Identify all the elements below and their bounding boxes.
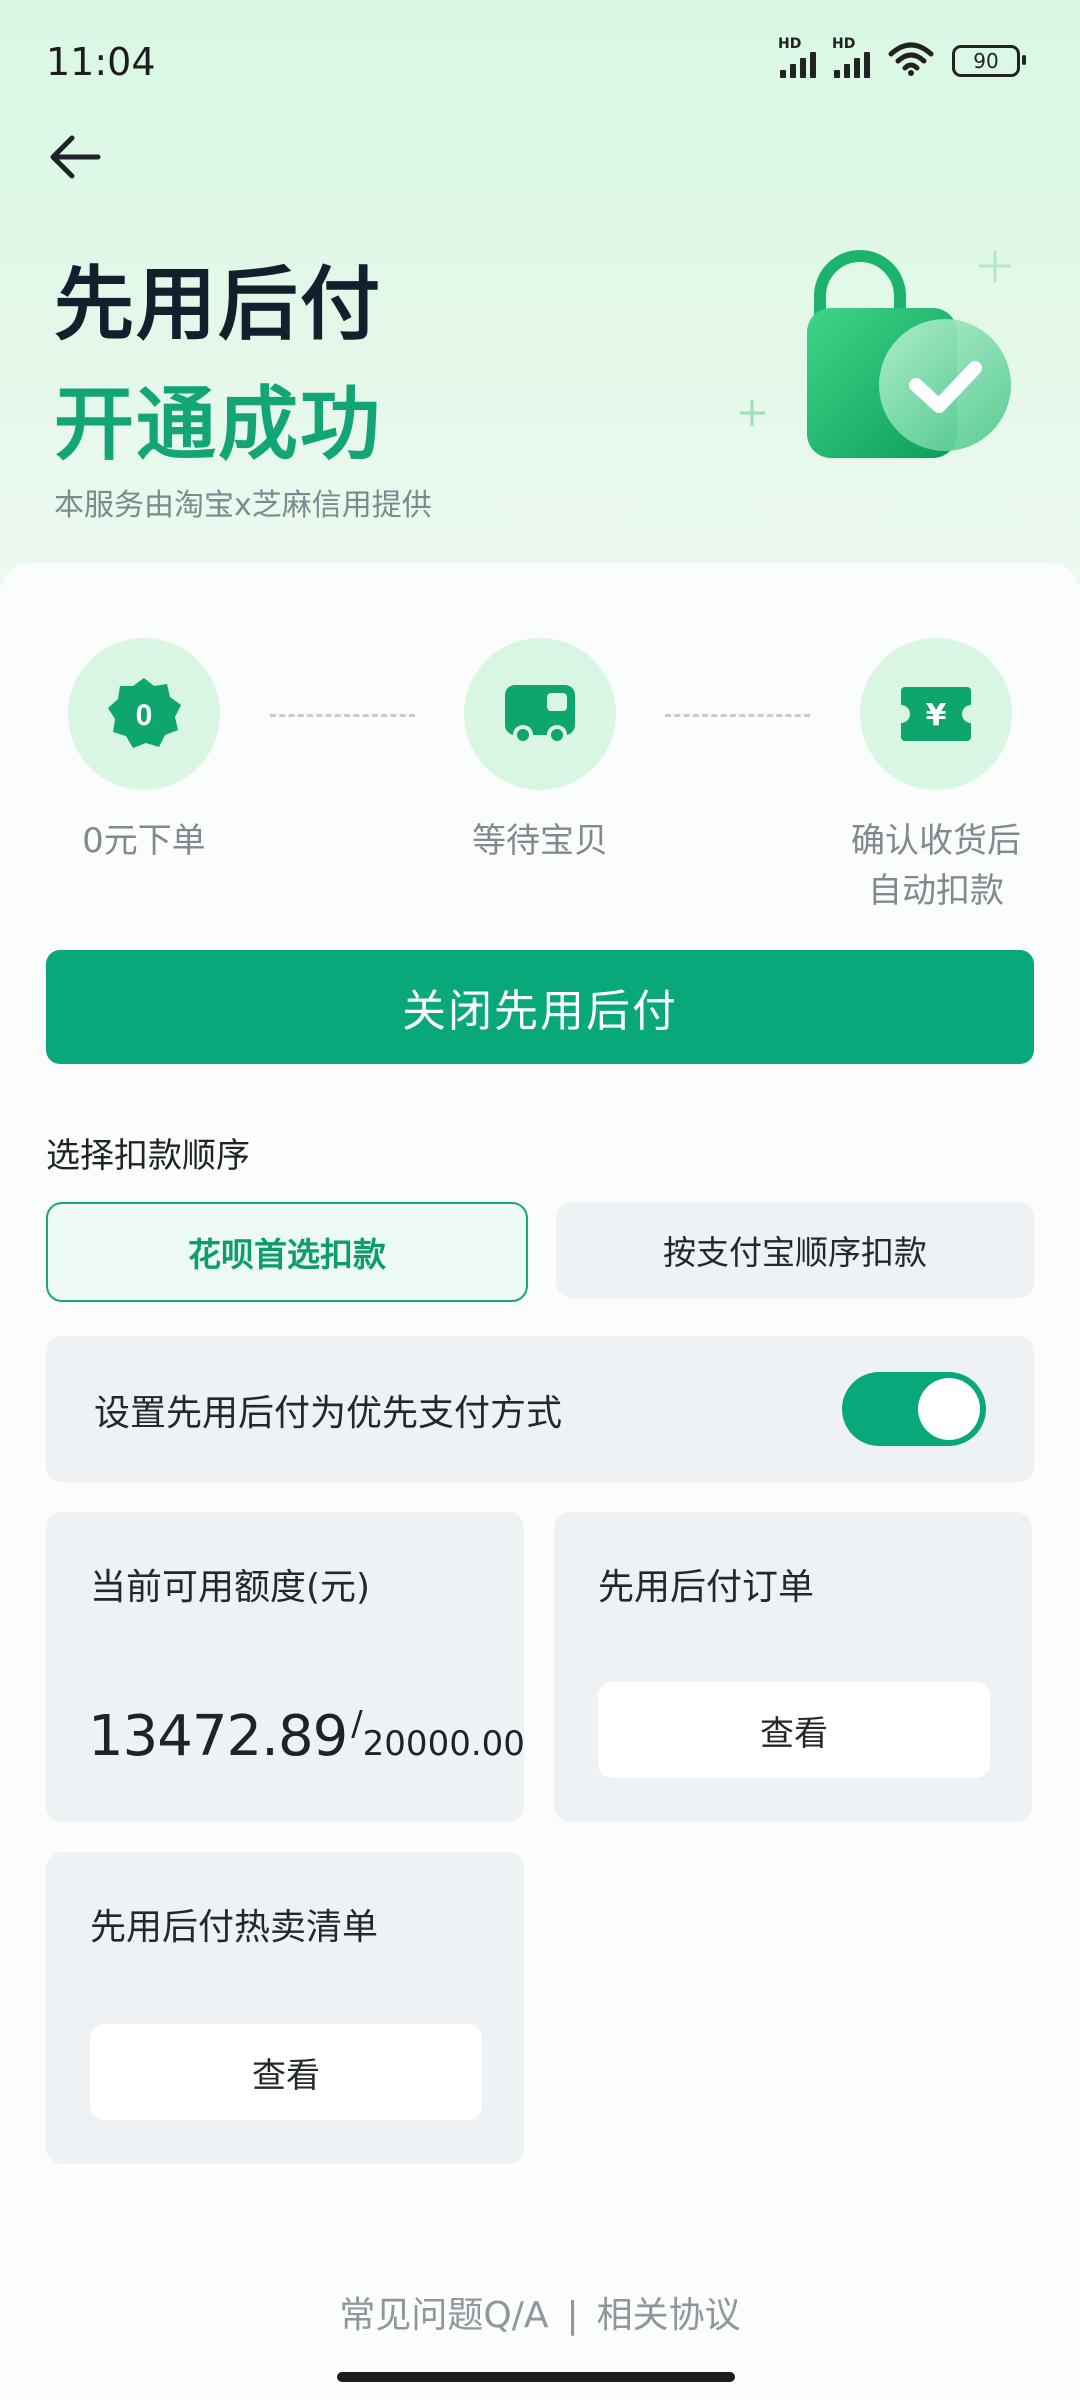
arrow-left-icon: [50, 135, 101, 179]
cellular-signal-icon: HD: [778, 36, 816, 78]
priority-payment-setting: 设置先用后付为优先支付方式: [46, 1336, 1034, 1482]
faq-link[interactable]: 常见问题Q/A: [339, 2295, 548, 2336]
provider-text: 本服务由淘宝x芝麻信用提供: [54, 488, 432, 523]
status-time: 11:04: [46, 40, 156, 84]
step-label: 确认收货后 自动扣款: [851, 821, 1021, 911]
yuan-ticket-icon: ¥: [901, 687, 971, 741]
footer-links: 常见问题Q/A | 相关协议: [0, 2286, 1080, 2338]
page-title: 先用后付: [54, 258, 382, 351]
footer-divider: |: [566, 2295, 579, 2336]
status-icons: HD HD 90: [778, 36, 1026, 80]
payment-order-label: 选择扣款顺序: [46, 1136, 250, 1176]
home-indicator[interactable]: [337, 2372, 735, 2382]
step-connector: [665, 714, 810, 717]
battery-icon: 90: [952, 45, 1026, 77]
page-subtitle-success: 开通成功: [54, 378, 382, 471]
step-waiting: 等待宝贝: [460, 638, 620, 866]
amount-separator: /: [351, 1704, 363, 1744]
priority-payment-label: 设置先用后付为优先支付方式: [94, 1393, 563, 1434]
priority-payment-toggle[interactable]: [842, 1372, 986, 1446]
svg-text:¥: ¥: [926, 698, 947, 733]
credit-limit-title: 当前可用额度(元): [90, 1567, 371, 1608]
total-credit: 20000.00: [362, 1724, 525, 1764]
back-button[interactable]: [40, 122, 110, 192]
step-connector: [270, 714, 415, 717]
hotlist-tile: 先用后付热卖清单 查看: [46, 1852, 524, 2164]
option-huabei-first[interactable]: 花呗首选扣款: [46, 1202, 528, 1302]
orders-title: 先用后付订单: [598, 1567, 815, 1608]
orders-tile: 先用后付订单 查看: [554, 1512, 1032, 1822]
credit-amount: 13472.89/20000.00: [88, 1704, 525, 1769]
delivery-truck-icon: [505, 685, 575, 745]
cellular-signal-icon: HD: [832, 36, 870, 78]
wifi-icon: [888, 42, 934, 80]
step-label: 等待宝贝: [472, 821, 608, 861]
step-label: 0元下单: [82, 821, 206, 861]
shopping-bag-check-icon: [739, 220, 1060, 480]
toggle-knob: [918, 1378, 980, 1440]
available-credit: 13472.89: [88, 1704, 348, 1769]
svg-text:0: 0: [136, 699, 153, 732]
status-bar: 11:04 HD HD 90: [0, 0, 1080, 110]
hotlist-title: 先用后付热卖清单: [90, 1907, 379, 1948]
agreement-link[interactable]: 相关协议: [597, 2295, 741, 2336]
view-hotlist-button[interactable]: 查看: [90, 2024, 482, 2120]
zero-badge-icon: 0: [108, 678, 181, 748]
option-alipay-order[interactable]: 按支付宝顺序扣款: [556, 1202, 1034, 1298]
step-auto-deduct: ¥ 确认收货后 自动扣款: [851, 638, 1021, 916]
credit-limit-tile: 当前可用额度(元) 13472.89/20000.00: [46, 1512, 525, 1822]
view-orders-button[interactable]: 查看: [598, 1682, 990, 1778]
step-order-zero: 0 0元下单: [64, 638, 224, 866]
close-pay-later-button[interactable]: 关闭先用后付: [46, 950, 1034, 1064]
